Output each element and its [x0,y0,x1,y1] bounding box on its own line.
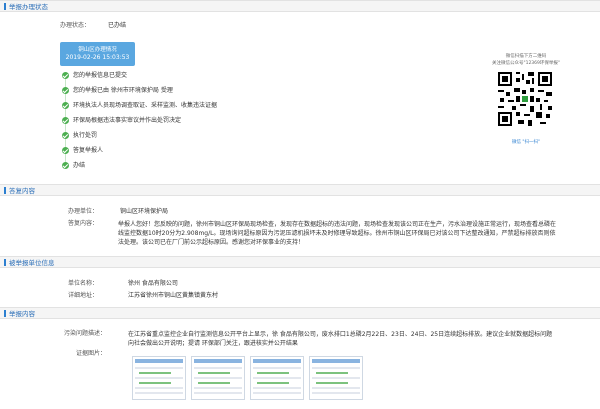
status-label: 办理状态： [60,22,91,29]
check-icon [62,132,69,139]
check-icon [62,102,69,109]
evidence-images-label: 证据图片： [76,350,107,357]
unit-name-value: 徐州 食品有限公司 [128,280,178,287]
evidence-image-thumbnail[interactable] [309,356,363,400]
progress-step-label: 环保局根据违法事实审议并作出处罚决定 [73,117,182,124]
section-marker [4,187,6,194]
evidence-image-thumbnail[interactable] [132,356,186,400]
unit-address-label: 详细地址： [68,292,99,299]
status-value: 已办结 [108,22,127,29]
status-section-header: 举报办理状态 [0,0,600,12]
check-icon [62,72,69,79]
reply-content-label: 答复内容： [68,220,99,227]
section-title: 举报办理状态 [9,3,48,11]
section-title: 被举报单位信息 [9,259,55,267]
reply-content-value: 举报人您好！您反映的问题，徐州市铜山区环保局现场检查，发现存在数据超标的违法问题… [118,221,557,246]
section-title: 答复内容 [9,187,35,195]
qr-caption-scan: 微信 "扫一扫" [511,140,541,145]
report-desc-value: 在江苏省重点监控企业自行监测信息公开平台上显示，徐 食品有限公司，废水排口1总磷… [128,331,553,347]
progress-step-label: 您的举报已由 徐州市环境保护局 受理 [73,87,173,94]
section-marker [4,3,6,10]
unit-name-label: 单位名称： [68,280,99,287]
evidence-image-thumbnail[interactable] [191,356,245,400]
progress-step-label: 您的举报信息已提交 [73,72,128,79]
check-icon [62,147,69,154]
reply-unit-value: 铜山区环境保护局 [120,208,169,215]
qr-caption-sub: 关注微信公众号"12369环保举报" [492,61,560,66]
report-section-header: 举报内容 [0,307,600,319]
handling-time-box: 铜山区办理情况 2019-02-26 15:03:53 [60,42,135,66]
unit-address-value: 江苏省徐州市铜山区黄集镇黄东村 [128,292,219,299]
reply-unit-label: 办理单位： [68,208,99,215]
progress-step-label: 执行处罚 [73,132,98,139]
progress-step-label: 办结 [73,162,86,169]
progress-step-label: 答复举报人 [73,147,104,154]
qr-caption-top: 微信扫描下方二维码 [505,54,547,59]
check-icon [62,117,69,124]
progress-step-label: 环境执法人员现场调查取证、采样监测、收集违法证据 [73,102,218,109]
qr-code-image [496,70,554,128]
reply-section-header: 答复内容 [0,184,600,196]
section-marker [4,310,6,317]
handling-time-title: 铜山区办理情况 [78,47,117,53]
section-marker [4,259,6,266]
unit-section-header: 被举报单位信息 [0,256,600,268]
evidence-image-thumbnail[interactable] [250,356,304,400]
report-desc-label: 污染问题描述： [64,330,107,337]
handling-time-value: 2019-02-26 15:03:53 [65,54,130,61]
section-title: 举报内容 [9,310,35,318]
check-icon [62,162,69,169]
check-icon [62,87,69,94]
